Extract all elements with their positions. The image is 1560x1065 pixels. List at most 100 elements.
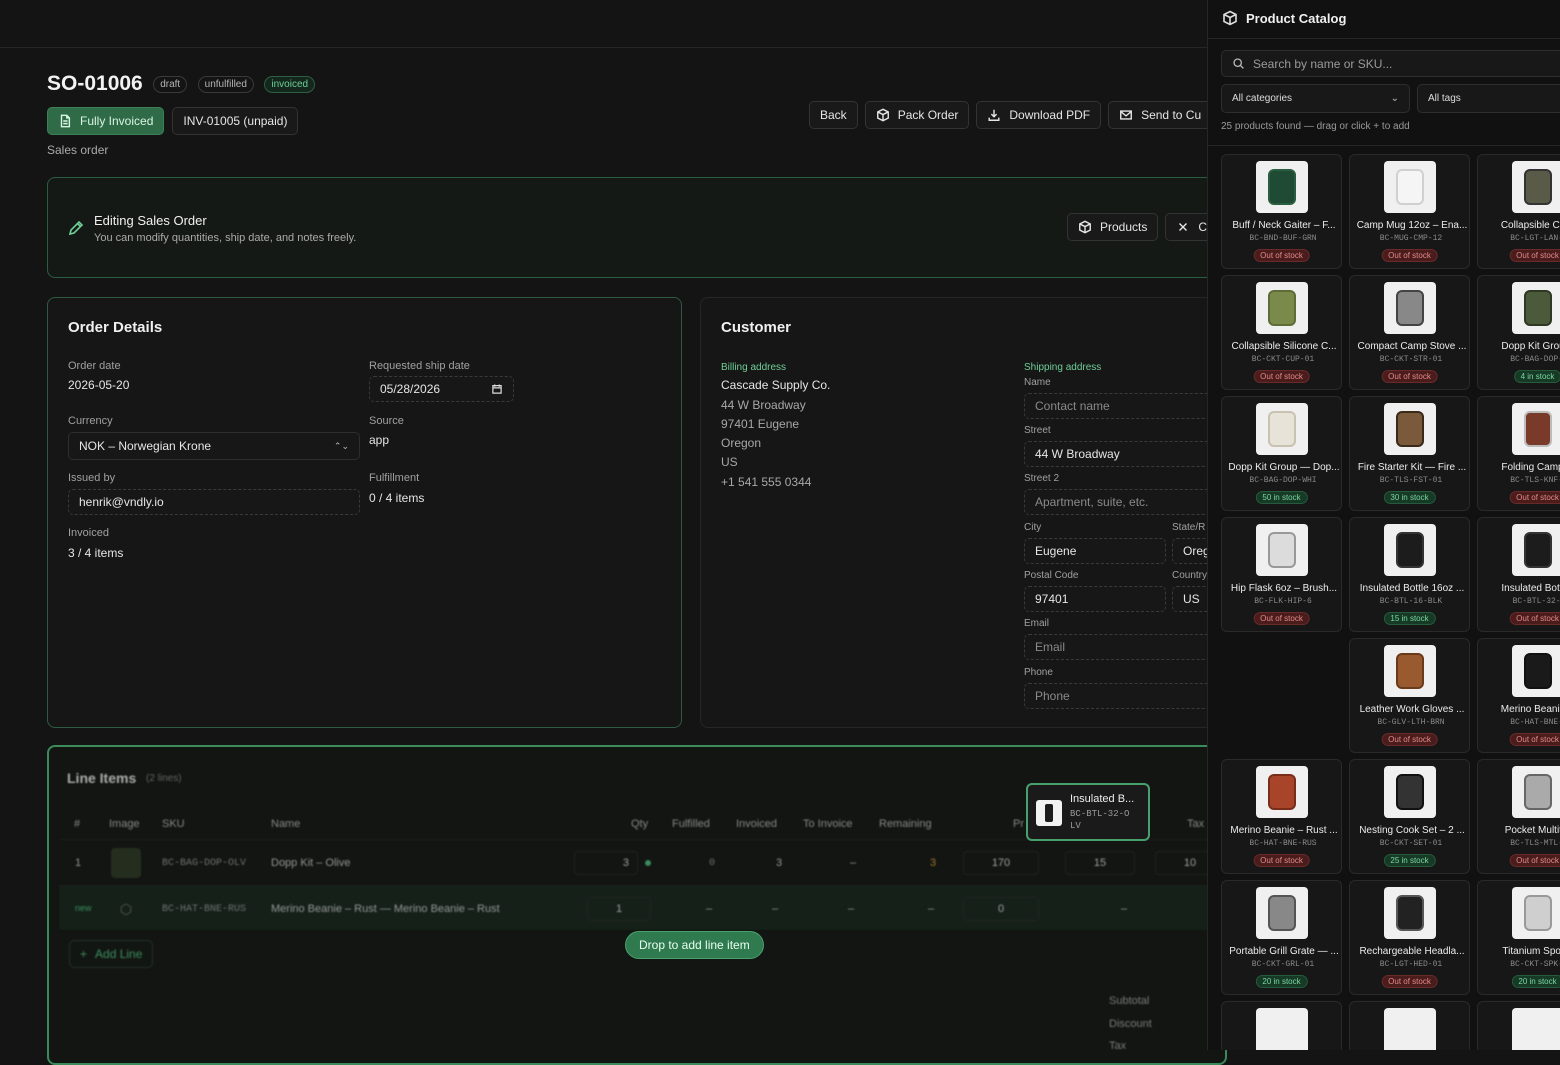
cancel-edit-button[interactable]: Ca bbox=[1165, 213, 1212, 241]
product-card[interactable]: Leather Work Gloves ... BC-GLV-LTH-BRN Out… bbox=[1349, 638, 1470, 753]
invoice-link-button[interactable]: INV-01005 (unpaid) bbox=[172, 107, 299, 135]
issued-by-label: Issued by bbox=[68, 472, 116, 484]
order-header: SO-01006 draft unfulfilled invoiced bbox=[47, 72, 316, 96]
product-card[interactable]: Folding Camp Kn BC-TLS-KNF-0 Out of stock bbox=[1477, 396, 1560, 511]
price-input[interactable]: 170 bbox=[963, 851, 1039, 875]
download-icon bbox=[988, 109, 1000, 121]
product-card[interactable]: Portable Grill Grate — ... BC-CKT-GRL-01 2… bbox=[1221, 880, 1342, 995]
ship-street2-input[interactable]: Apartment, suite, etc. bbox=[1024, 489, 1224, 515]
qty-input-new[interactable]: 1 bbox=[587, 897, 651, 921]
knife-image bbox=[1512, 403, 1560, 455]
flask-image bbox=[1256, 524, 1308, 576]
product-card[interactable]: Insulated Bottle 3 BC-BTL-32-B Out of stoc… bbox=[1477, 517, 1560, 632]
catalog-search-input[interactable]: Search by name or SKU... bbox=[1221, 50, 1560, 77]
col-tax: Tax bbox=[1187, 818, 1205, 830]
product-card[interactable]: Buff / Neck Gaiter – F... BC-BND-BUF-GRN O… bbox=[1221, 154, 1342, 269]
send-to-customer-button[interactable]: Send to Cu bbox=[1108, 101, 1209, 129]
category-select[interactable]: All categories ⌄ bbox=[1221, 84, 1410, 113]
product-sku: BC-CKT-CUP-01 bbox=[1251, 355, 1315, 364]
product-sku: BC-BTL-16-BLK bbox=[1379, 597, 1443, 606]
ship-date-input[interactable]: 05/28/2026 bbox=[369, 376, 514, 402]
invoiced-value: 3 / 4 items bbox=[68, 546, 124, 560]
product-card[interactable]: Insulated Bottle 16oz ... BC-BTL-16-BLK 15… bbox=[1349, 517, 1470, 632]
products-button[interactable]: Products bbox=[1067, 213, 1159, 241]
product-card[interactable] bbox=[1477, 1001, 1560, 1050]
product-sku: BC-TLS-MTL-0 bbox=[1510, 839, 1560, 848]
customer-title: Customer bbox=[721, 319, 792, 336]
product-card[interactable] bbox=[1221, 1001, 1342, 1050]
qty-input[interactable]: 3 bbox=[574, 851, 638, 875]
ship-postal-input[interactable]: 97401 bbox=[1024, 586, 1166, 612]
product-card[interactable]: Camp Mug 12oz – Ena... BC-MUG-CMP-12 Out o… bbox=[1349, 154, 1470, 269]
stock-badge: 50 in stock bbox=[1255, 491, 1308, 504]
calendar-icon[interactable] bbox=[491, 383, 503, 395]
product-card[interactable]: Titanium Spork – BC-CKT-SPK-0 20 in stock bbox=[1477, 880, 1560, 995]
product-card[interactable]: Nesting Cook Set – 2 ... BC-CKT-SET-01 25 … bbox=[1349, 759, 1470, 874]
gloves-image bbox=[1384, 645, 1436, 697]
col-number: # bbox=[74, 818, 81, 830]
beanie-black-image bbox=[1512, 645, 1560, 697]
document-icon bbox=[60, 114, 71, 128]
product-card[interactable]: Pocket Multitool BC-TLS-MTL-0 Out of stock bbox=[1477, 759, 1560, 874]
tax-label: Tax bbox=[1109, 1040, 1127, 1052]
pencil-icon bbox=[68, 220, 84, 236]
issued-by-input[interactable]: henrik@vndly.io bbox=[68, 489, 360, 515]
line-items-dropzone[interactable]: Line Items (2 lines) # Image SKU Name Qt… bbox=[47, 745, 1227, 1065]
discount-label: Discount bbox=[1109, 1018, 1152, 1030]
chevron-down-icon: ⌄ bbox=[1390, 93, 1399, 104]
status-badge-draft: draft bbox=[153, 75, 188, 93]
status-dot bbox=[645, 860, 651, 866]
product-card[interactable]: Merino Beanie – I BC-HAT-BNE-B Out of stoc… bbox=[1477, 638, 1560, 753]
product-card[interactable]: Rechargeable Headla... BC-LGT-HED-01 Out o… bbox=[1349, 880, 1470, 995]
product-card[interactable]: Merino Beanie – Rust ... BC-HAT-BNE-RUS Ou… bbox=[1221, 759, 1342, 874]
ship-street-input[interactable]: 44 W Broadway bbox=[1024, 441, 1224, 467]
billing-country: US bbox=[721, 455, 738, 469]
product-sku: BC-HAT-BNE-RUS bbox=[1249, 839, 1317, 848]
tags-select[interactable]: All tags bbox=[1417, 84, 1560, 113]
product-name: Pocket Multitool bbox=[1504, 825, 1560, 836]
currency-select[interactable]: NOK – Norwegian Krone ⌃⌄ bbox=[68, 432, 360, 460]
product-card[interactable]: Compact Camp Stove ... BC-CKT-STR-01 Out o… bbox=[1349, 275, 1470, 390]
product-sku: BC-TLS-FST-01 bbox=[1379, 476, 1443, 485]
ship-city-input[interactable]: Eugene bbox=[1024, 538, 1166, 564]
product-sku: BC-BND-BUF-GRN bbox=[1249, 234, 1317, 243]
ship-name-label: Name bbox=[1024, 377, 1051, 388]
currency-label: Currency bbox=[68, 415, 113, 427]
product-sku: BC-GLV-LTH-BRN bbox=[1377, 718, 1445, 727]
product-card[interactable]: Collapsible Camp BC-LGT-LAN-0 Out of stock bbox=[1477, 154, 1560, 269]
product-name: Titanium Spork – bbox=[1502, 946, 1560, 957]
stock-badge: Out of stock bbox=[1253, 370, 1310, 383]
col-to-invoice: To Invoice bbox=[803, 818, 853, 830]
fulfillment-label: Fulfillment bbox=[369, 472, 420, 484]
ship-phone-input[interactable]: Phone bbox=[1024, 683, 1224, 709]
product-name: Hip Flask 6oz – Brush... bbox=[1230, 583, 1338, 594]
ship-phone-label: Phone bbox=[1024, 667, 1053, 678]
spork-image bbox=[1512, 887, 1560, 939]
line-items-title: Line Items bbox=[67, 770, 137, 786]
ship-email-input[interactable]: Email bbox=[1024, 634, 1224, 660]
product-card[interactable]: Collapsible Silicone C... BC-CKT-CUP-01 Ou… bbox=[1221, 275, 1342, 390]
customer-card: Customer Billing address Cascade Supply … bbox=[700, 297, 1240, 728]
add-line-button[interactable]: + Add Line bbox=[69, 940, 154, 968]
ship-name-input[interactable]: Contact name bbox=[1024, 393, 1224, 419]
discount-input[interactable]: 15 bbox=[1065, 851, 1135, 875]
dragged-product-preview[interactable]: Insulated B... BC-BTL-32-OLV bbox=[1026, 783, 1150, 841]
billing-city: 97401 Eugene bbox=[721, 417, 800, 431]
product-name: Collapsible Camp bbox=[1500, 220, 1560, 231]
product-card[interactable]: Dopp Kit Group — Dop... BC-BAG-DOP-WHI 50 … bbox=[1221, 396, 1342, 511]
fully-invoiced-button[interactable]: Fully Invoiced bbox=[47, 107, 165, 135]
product-card[interactable] bbox=[1349, 1001, 1470, 1050]
download-pdf-button[interactable]: Download PDF bbox=[976, 101, 1102, 129]
product-card[interactable]: Hip Flask 6oz – Brush... BC-FLK-HIP-6 Out … bbox=[1221, 517, 1342, 632]
col-image: Image bbox=[109, 818, 140, 830]
product-sku: BC-HAT-BNE-B bbox=[1510, 718, 1560, 727]
mail-icon bbox=[1120, 110, 1133, 120]
pack-order-button[interactable]: Pack Order bbox=[864, 101, 970, 129]
back-button[interactable]: Back bbox=[809, 101, 858, 129]
product-card[interactable]: Fire Starter Kit — Fire ... BC-TLS-FST-01… bbox=[1349, 396, 1470, 511]
price-input-new[interactable]: 0 bbox=[963, 897, 1039, 921]
ship-state-label: State/R bbox=[1172, 522, 1206, 533]
status-badge-invoiced: invoiced bbox=[264, 75, 316, 93]
dopp-olive-image bbox=[1512, 282, 1560, 334]
product-card[interactable]: Dopp Kit Group – BC-BAG-DOP-O 4 in stock bbox=[1477, 275, 1560, 390]
